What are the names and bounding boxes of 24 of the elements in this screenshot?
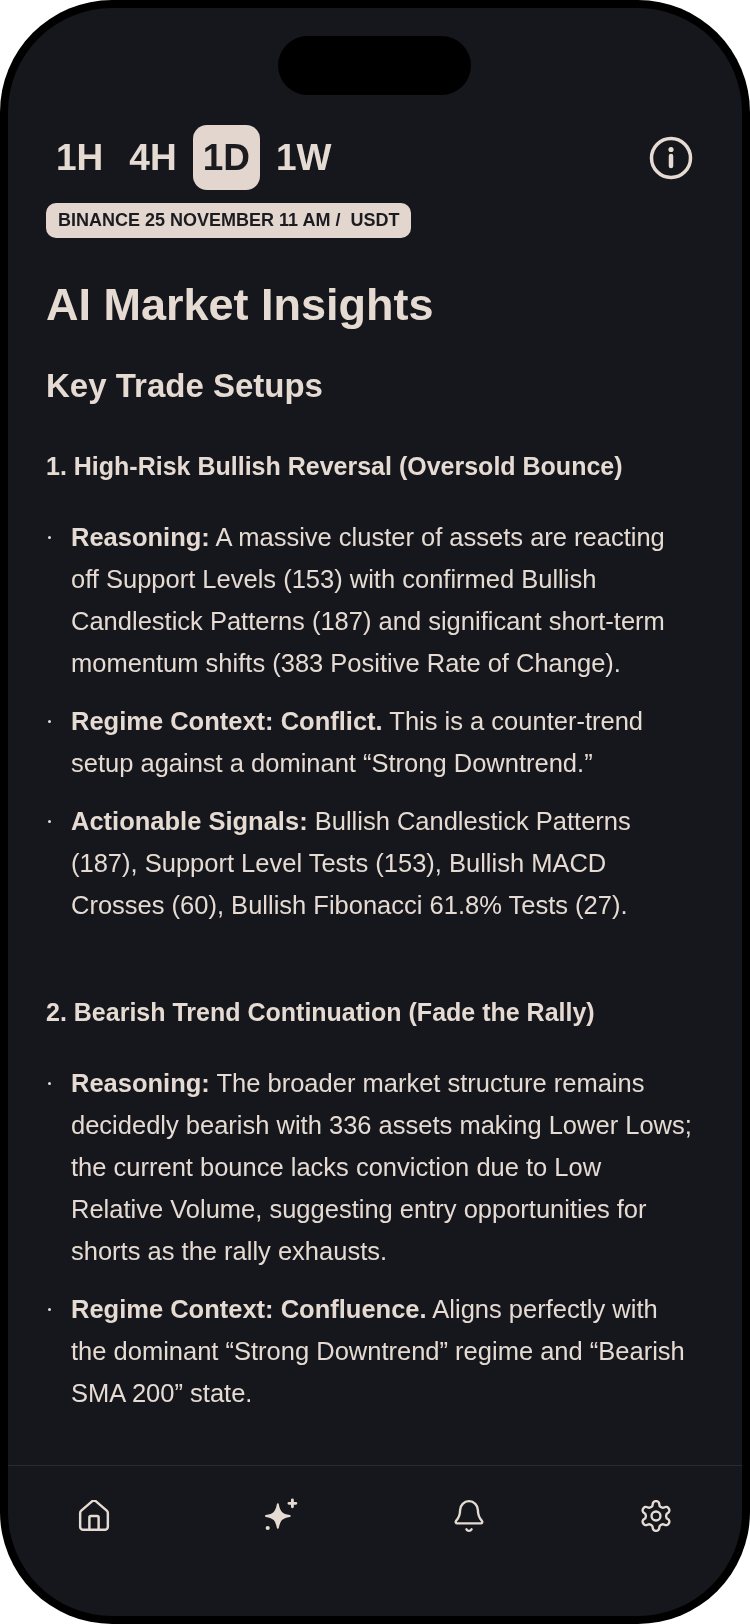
section-title: Key Trade Setups bbox=[46, 366, 324, 406]
setup-point-text: Reasoning: A massive cluster of assets are reacting off Support Levels (153) with confirmed Bullish Candlestick Patterns (187) and significant short-term momentum shifts (383 Positive Rate of Change). bbox=[71, 522, 666, 679]
setup-point-text: Regime Context: Conflict. This is a counter-trend setup against a dominant “Strong Downtrend.” bbox=[71, 706, 644, 779]
setup-point-text: Regime Context: Confluence. Aligns perfectly with the dominant “Strong Downtrend” regime and “Bearish SMA 200” state. bbox=[71, 1294, 686, 1409]
bell-icon bbox=[452, 1500, 485, 1532]
bullet-icon bbox=[48, 819, 51, 823]
timeframe-tab[interactable]: 1H bbox=[46, 125, 114, 190]
setup-point-text: Reasoning: The broader market structure remains decidedly bearish with 336 assets making Lower Lows; the current bounce lacks conviction due to Low Relative Volume, suggesting entry opportunities for shorts as the rally exhausts. bbox=[71, 1068, 693, 1267]
info-icon bbox=[649, 135, 693, 180]
home-icon bbox=[78, 1500, 110, 1532]
timeframe-tab[interactable]: 1D bbox=[192, 125, 260, 190]
bullet-icon bbox=[48, 1307, 51, 1311]
info-button[interactable] bbox=[649, 135, 693, 180]
setup-heading: 2. Bearish Trend Continuation (Fade the Rally) bbox=[46, 997, 596, 1028]
settings-icon bbox=[640, 1500, 672, 1532]
setup-point-text: Actionable Signals: Bullish Candlestick Patterns (187), Support Level Tests (153), Bullish MACD Crosses (60), Bullish Fibonacci 61.8% Tests (27). bbox=[71, 806, 632, 921]
setup-heading: 1. High-Risk Bullish Reversal (Oversold Bounce) bbox=[46, 451, 624, 482]
timeframe-tab[interactable]: 4H bbox=[119, 125, 187, 190]
source-date-badge: BINANCE 25 NOVEMBER 11 AM / USDT bbox=[46, 203, 412, 238]
timeframe-tab[interactable]: 1W bbox=[265, 125, 342, 190]
bullet-icon bbox=[48, 535, 51, 539]
bullet-icon bbox=[48, 719, 51, 723]
page-title: AI Market Insights bbox=[46, 279, 435, 331]
bullet-icon bbox=[48, 1081, 51, 1085]
